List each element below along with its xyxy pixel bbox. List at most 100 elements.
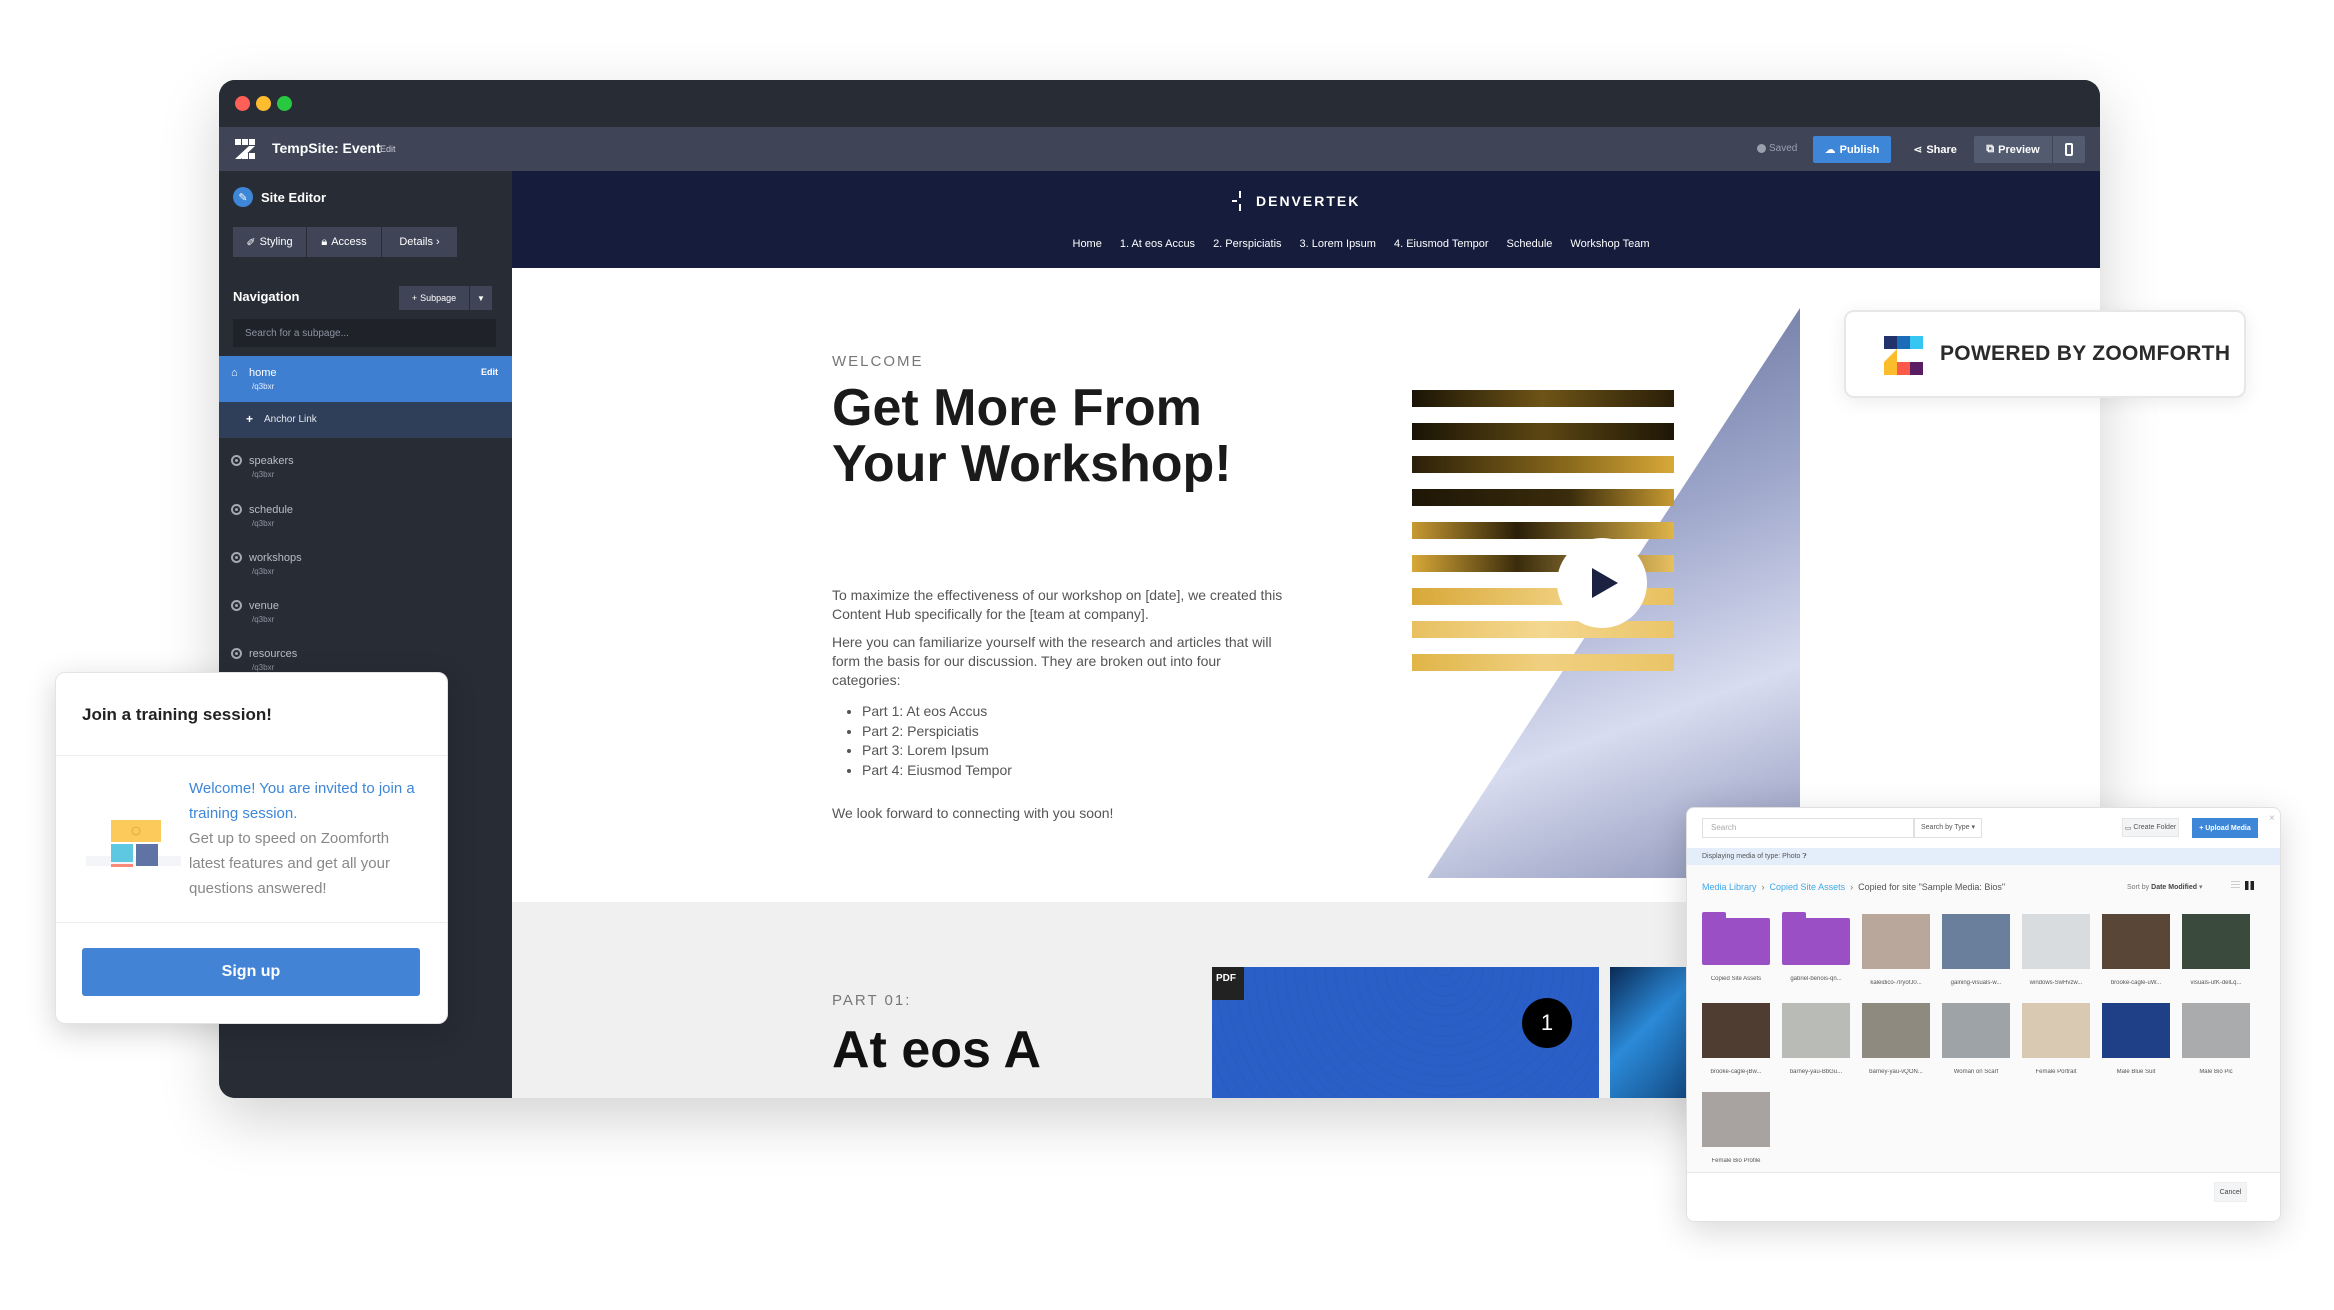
share-button[interactable]: ⋖ Share xyxy=(1905,136,1965,163)
site-editor-header: ✎ Site Editor xyxy=(233,187,326,207)
powered-by-badge: POWERED BY ZOOMFORTH xyxy=(1844,310,2246,398)
add-anchor-link-button[interactable]: + Anchor Link xyxy=(219,402,512,438)
cancel-button[interactable]: Cancel xyxy=(2214,1182,2247,1202)
hero-body: To maximize the effectiveness of our wor… xyxy=(832,586,1292,832)
media-photo-tile[interactable]: Female Bio Profile xyxy=(1702,1092,1770,1181)
tab-details[interactable]: Details › xyxy=(382,227,457,257)
divider xyxy=(56,755,447,756)
media-caption: Male Blue Suit xyxy=(2116,1069,2156,1075)
play-video-button[interactable] xyxy=(1557,538,1647,628)
photo-thumbnail xyxy=(2022,914,2090,969)
photo-thumbnail xyxy=(2102,914,2170,969)
help-icon[interactable]: ❓︎ xyxy=(1802,853,1806,860)
list-item: Part 3: Lorem Ipsum xyxy=(862,741,1292,761)
media-folder-tile[interactable]: gabriel-benois-qn... xyxy=(1782,912,1850,1003)
tab-access[interactable]: 🔒︎ Access xyxy=(307,227,381,257)
nav-item-path: /q3bxr xyxy=(252,519,275,528)
window-titlebar xyxy=(219,80,2100,127)
media-photo-tile[interactable]: brooke-cagle-uW... xyxy=(2102,914,2170,1003)
photo-thumbnail xyxy=(2182,1003,2250,1058)
list-view-icon[interactable] xyxy=(2231,881,2240,890)
breadcrumb-media-library[interactable]: Media Library xyxy=(1702,882,1757,892)
saved-status: Saved xyxy=(1757,143,1797,154)
site-nav-part-3[interactable]: 3. Lorem Ipsum xyxy=(1300,238,1376,250)
create-folder-label: Create Folder xyxy=(2133,824,2177,831)
minimize-window-button[interactable] xyxy=(256,96,271,111)
nav-item-venue[interactable]: venue /q3bxr xyxy=(219,593,512,641)
media-photo-tile[interactable]: Female Portrait xyxy=(2022,1003,2090,1092)
nav-item-label: home xyxy=(249,367,277,379)
divider xyxy=(56,922,447,923)
media-folder-tile[interactable]: Copied Site Assets xyxy=(1702,912,1770,1003)
media-photo-tile[interactable]: brooke-cagle-jBw... xyxy=(1702,1003,1770,1092)
site-brand-logo[interactable]: DENVERTEK xyxy=(1232,191,1360,211)
media-caption: windows-SwHvzw... xyxy=(2029,980,2083,986)
media-photo-tile[interactable]: Male Bio Pic xyxy=(2182,1003,2250,1092)
edit-site-title-link[interactable]: Edit xyxy=(380,144,396,154)
site-nav-home[interactable]: Home xyxy=(1073,238,1102,250)
media-photo-tile[interactable]: visuals-ufK-delLq... xyxy=(2182,914,2250,1003)
media-browser: Media Library › Copied Site Assets › Copied … xyxy=(1687,865,2280,1172)
sort-dropdown[interactable]: Sort by Date Modified ▾ xyxy=(2127,883,2203,891)
training-illustration-icon xyxy=(86,820,181,867)
photo-thumbnail xyxy=(1782,1003,1850,1058)
add-subpage-button[interactable]: + Subpage xyxy=(399,286,469,310)
search-by-type-select[interactable]: Search by Type ▾ xyxy=(1914,818,1982,838)
check-circle-icon xyxy=(1757,144,1766,153)
subpage-search-input[interactable] xyxy=(233,319,496,347)
zoomforth-logo-icon xyxy=(235,139,255,159)
sign-up-button[interactable]: Sign up xyxy=(82,948,420,996)
subpage-dropdown-button[interactable]: ▼ xyxy=(470,286,492,310)
media-photo-tile[interactable]: windows-SwHvzw... xyxy=(2022,914,2090,1003)
photo-thumbnail xyxy=(1702,1003,1770,1058)
saved-label: Saved xyxy=(1769,143,1798,154)
media-photo-tile[interactable]: barney-yau-BbGu... xyxy=(1782,1003,1850,1092)
nav-item-schedule[interactable]: schedule /q3bxr xyxy=(219,497,512,545)
media-caption: Female Portrait xyxy=(2035,1069,2077,1075)
plus-icon: + xyxy=(411,293,418,303)
media-photo-tile[interactable]: barney-yau-vQON... xyxy=(1862,1003,1930,1092)
mobile-preview-button[interactable] xyxy=(2053,136,2085,163)
site-nav-schedule[interactable]: Schedule xyxy=(1507,238,1553,250)
media-photo-tile[interactable]: Woman on Scarf xyxy=(1942,1003,2010,1092)
pdf-resource-card[interactable]: PDF 1 xyxy=(1212,967,1599,1098)
preview-button[interactable]: ⧉ Preview xyxy=(1974,136,2052,163)
maximize-window-button[interactable] xyxy=(277,96,292,111)
upload-media-button[interactable]: + Upload Media xyxy=(2192,818,2258,838)
tab-styling-label: Styling xyxy=(259,236,293,248)
media-type-info: Displaying media of type: Photo xyxy=(1702,853,1801,860)
create-folder-button[interactable]: ▭ Create Folder xyxy=(2122,818,2179,837)
sort-value: Date Modified xyxy=(2151,884,2198,891)
radio-circle-icon xyxy=(231,600,242,611)
breadcrumb-copied-site-assets[interactable]: Copied Site Assets xyxy=(1770,882,1846,892)
part-title: At eos A xyxy=(832,1021,1041,1079)
publish-button[interactable]: ☁ Publish xyxy=(1813,136,1891,163)
site-nav-workshop-team[interactable]: Workshop Team xyxy=(1570,238,1649,250)
photo-thumbnail xyxy=(1862,1003,1930,1058)
close-icon[interactable]: × xyxy=(2269,813,2275,824)
list-item: Part 1: At eos Accus xyxy=(862,702,1292,722)
media-photo-tile[interactable]: kaleidico-7lryofJ0... xyxy=(1862,914,1930,1003)
nav-item-speakers[interactable]: speakers /q3bxr xyxy=(219,448,512,496)
brush-icon: ✐ xyxy=(246,236,256,249)
edit-page-link[interactable]: Edit xyxy=(481,367,498,377)
nav-item-path: /q3bxr xyxy=(252,615,275,624)
site-nav-part-1[interactable]: 1. At eos Accus xyxy=(1120,238,1195,250)
media-photo-tile[interactable]: Male Blue Suit xyxy=(2102,1003,2170,1092)
caret-down-icon: ▼ xyxy=(477,293,485,303)
grid-view-icon[interactable] xyxy=(2245,881,2254,890)
add-subpage-label: Subpage xyxy=(420,293,457,303)
nav-item-home[interactable]: ⌂ home /q3bxr Edit xyxy=(219,356,512,402)
zoomforth-logo-icon xyxy=(1884,336,1924,376)
training-invite-link[interactable]: Welcome! You are invited to join a train… xyxy=(189,776,424,826)
tab-styling[interactable]: ✐ Styling xyxy=(233,227,306,257)
media-search-input[interactable]: Search xyxy=(1702,818,1914,838)
site-nav-part-4[interactable]: 4. Eiusmod Tempor xyxy=(1394,238,1489,250)
media-photo-tile[interactable]: gaining-visuals-w... xyxy=(1942,914,2010,1003)
nav-item-workshops[interactable]: workshops /q3bxr xyxy=(219,545,512,593)
site-nav-part-2[interactable]: 2. Perspiciatis xyxy=(1213,238,1281,250)
sort-label: Sort by xyxy=(2127,884,2150,891)
close-window-button[interactable] xyxy=(235,96,250,111)
folder-icon xyxy=(1782,912,1850,965)
site-editor-title: Site Editor xyxy=(261,189,327,205)
